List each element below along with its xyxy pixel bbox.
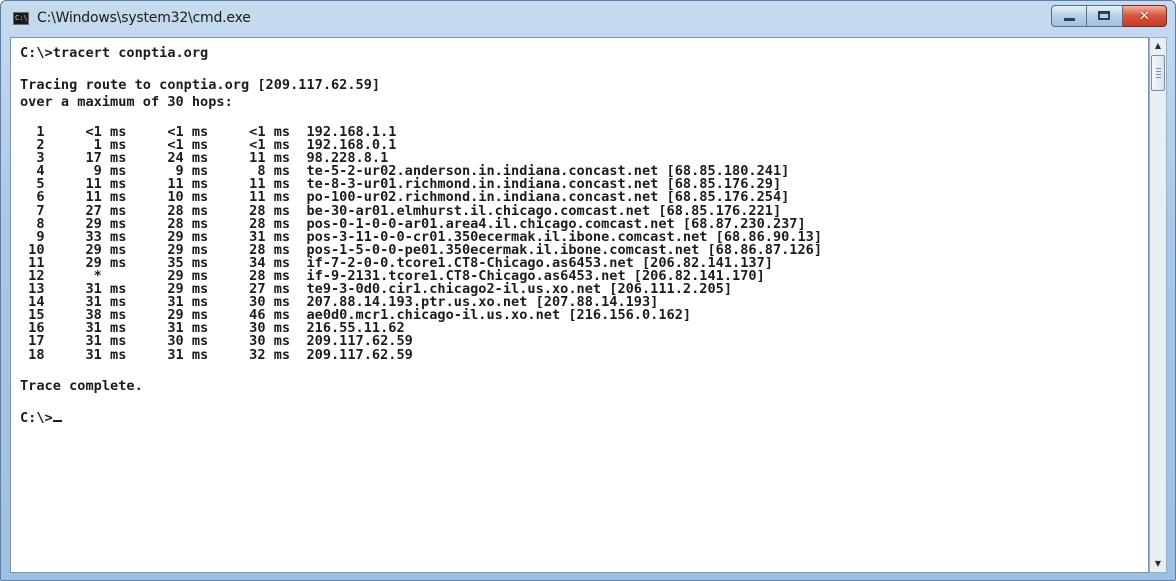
maximize-icon [1098,11,1110,20]
caption-buttons: ✕ [1051,5,1167,27]
close-button[interactable]: ✕ [1123,5,1167,27]
minimize-icon [1064,18,1075,21]
console-text: C:\>tracert conptia.org Tracing route to… [20,45,822,426]
maximize-button[interactable] [1087,5,1123,27]
prompt-text: C:\> [20,410,53,427]
hop-list: 1 <1 ms <1 ms <1 ms 192.168.1.1 2 1 ms <… [20,125,822,363]
scroll-up-arrow-icon[interactable]: ▲ [1150,38,1166,54]
scroll-down-arrow-icon[interactable]: ▼ [1150,556,1166,572]
minimize-button[interactable] [1051,5,1087,27]
tracing-line: over a maximum of 30 hops: [20,93,233,110]
grip-line [1156,71,1161,72]
grip-line [1156,74,1161,75]
window-title: C:\Windows\system32\cmd.exe [37,10,251,26]
trace-complete-line: Trace complete. [20,377,143,394]
console-output[interactable]: C:\>tracert conptia.org Tracing route to… [10,37,1149,573]
text-cursor [52,420,62,423]
grip-line [1156,68,1161,69]
console-icon[interactable]: C:\ [13,12,29,25]
vertical-scrollbar[interactable]: ▲ ▼ [1149,37,1167,573]
cmd-window: C:\ C:\Windows\system32\cmd.exe ✕ C:\>tr… [0,0,1176,581]
grip-line [1156,77,1161,78]
scroll-thumb[interactable] [1151,55,1165,91]
prompt-line[interactable]: C:\> [20,410,822,426]
hop-row: 18 31 ms 31 ms 32 ms 209.117.62.59 [20,346,413,363]
tracing-line: Tracing route to conptia.org [209.117.62… [20,77,381,94]
title-bar[interactable]: C:\ C:\Windows\system32\cmd.exe ✕ [1,1,1175,37]
command-line: C:\>tracert conptia.org [20,45,209,61]
close-icon: ✕ [1139,9,1150,24]
